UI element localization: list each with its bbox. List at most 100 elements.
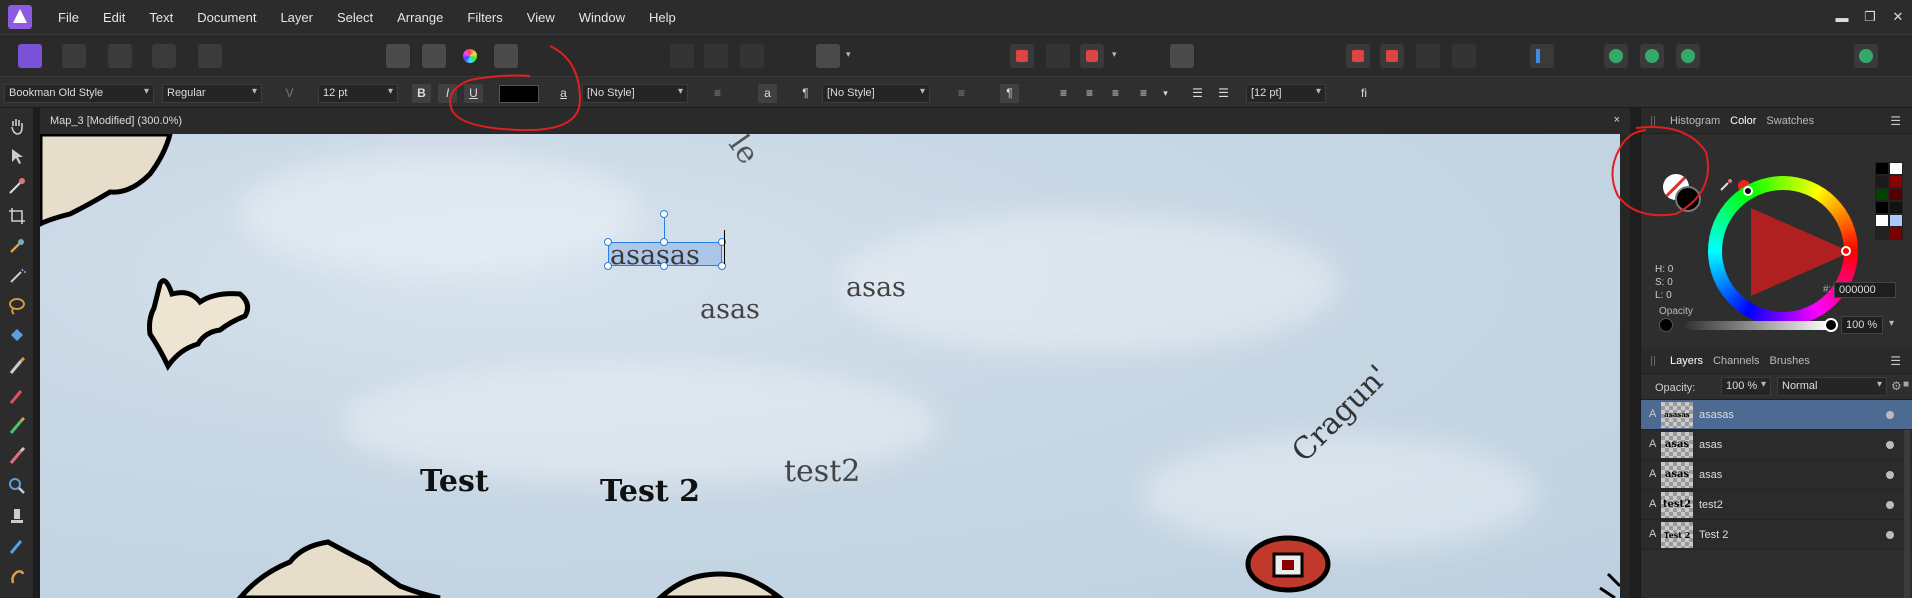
selection-handle[interactable] <box>660 262 668 270</box>
layer-name[interactable]: Test 2 <box>1699 529 1728 541</box>
arrange-backward-icon[interactable] <box>1380 44 1404 68</box>
arrange-back-icon[interactable] <box>1346 44 1370 68</box>
document-tab[interactable]: Map_3 [Modified] (300.0%) × <box>40 108 1630 134</box>
swatch[interactable] <box>1875 175 1889 188</box>
align-center-icon[interactable]: ≡ <box>1080 84 1099 103</box>
snapping-dropdown-icon[interactable]: ▾ <box>1112 49 1117 60</box>
crop-icon[interactable] <box>1010 44 1034 68</box>
layer-row[interactable]: A asas asas <box>1641 430 1912 460</box>
visibility-icon[interactable] <box>1886 531 1894 539</box>
layer-row[interactable]: A asas asas <box>1641 460 1912 490</box>
arrange-forward-icon[interactable] <box>1416 44 1440 68</box>
account-icon[interactable] <box>1854 44 1878 68</box>
layer-name[interactable]: asas <box>1699 469 1722 481</box>
swatch[interactable] <box>1889 162 1903 175</box>
swatch[interactable] <box>1889 201 1903 214</box>
color-opacity-input[interactable]: 100 % <box>1841 316 1883 334</box>
layer-lock-icon[interactable]: ■ <box>1903 379 1909 390</box>
text-test-2-bold[interactable]: Test 2 <box>600 474 700 509</box>
align-icon[interactable] <box>1530 44 1554 68</box>
paint-brush-tool-icon[interactable] <box>7 356 27 376</box>
font-size-dropdown[interactable]: 12 pt ▾ <box>318 84 398 103</box>
selected-text-asasas[interactable]: asasas <box>610 240 700 271</box>
menu-view[interactable]: View <box>515 10 567 25</box>
develop-persona-icon[interactable] <box>108 44 132 68</box>
export-persona-icon[interactable] <box>198 44 222 68</box>
swatch[interactable] <box>1889 188 1903 201</box>
text-test[interactable]: Test <box>420 464 489 499</box>
numbered-list-icon[interactable]: ☰ <box>1214 84 1233 103</box>
text-test2[interactable]: test2 <box>784 454 860 489</box>
layer-name[interactable]: asas <box>1699 439 1722 451</box>
para-style-options-icon[interactable]: ≡ <box>952 84 971 103</box>
visibility-icon[interactable] <box>1886 411 1894 419</box>
swatch[interactable] <box>1875 188 1889 201</box>
close-document-icon[interactable]: × <box>1614 114 1620 126</box>
fill-stroke-swatch[interactable] <box>1663 174 1703 214</box>
layer-name[interactable]: test2 <box>1699 499 1723 511</box>
selection-handle[interactable] <box>604 238 612 246</box>
restore-button[interactable]: ❐ <box>1856 9 1884 25</box>
hand-tool-icon[interactable] <box>7 116 27 136</box>
swatch[interactable] <box>1889 214 1903 227</box>
bold-button[interactable]: B <box>412 84 431 103</box>
layer-settings-icon[interactable]: ⚙ <box>1891 379 1902 393</box>
pixel-tool-icon[interactable] <box>7 386 27 406</box>
paragraph-button[interactable]: ¶ <box>1000 84 1019 103</box>
clone-brush-tool-icon[interactable] <box>7 416 27 436</box>
add-adjustment-icon[interactable] <box>1676 44 1700 68</box>
menu-window[interactable]: Window <box>567 10 637 25</box>
opacity-slider-knob[interactable] <box>1824 318 1838 332</box>
visibility-icon[interactable] <box>1886 501 1894 509</box>
dodge-tool-icon[interactable] <box>7 506 27 526</box>
eyedropper-icon[interactable] <box>1719 178 1733 192</box>
menu-arrange[interactable]: Arrange <box>385 10 455 25</box>
color-wheel-handle[interactable] <box>1743 186 1753 196</box>
menu-layer[interactable]: Layer <box>268 10 325 25</box>
justify-icon[interactable]: ≡ <box>1134 84 1153 103</box>
straighten-icon[interactable] <box>1046 44 1070 68</box>
liquify-persona-icon[interactable] <box>62 44 86 68</box>
auto-colors-icon[interactable] <box>458 44 482 68</box>
quick-mask-icon[interactable] <box>816 44 840 68</box>
underline-button[interactable]: U <box>464 84 483 103</box>
layer-opacity-dropdown[interactable]: 100 % ▾ <box>1721 377 1771 396</box>
auto-levels-icon[interactable] <box>386 44 410 68</box>
add-group-icon[interactable] <box>1604 44 1628 68</box>
font-style-dropdown[interactable]: Regular ▾ <box>162 84 262 103</box>
alignment-dropdown-icon[interactable]: ▾ <box>1156 84 1175 103</box>
text-asas-2[interactable]: asas <box>846 272 906 303</box>
font-family-dropdown[interactable]: Bookman Old Style ▾ <box>4 84 154 103</box>
minimize-button[interactable]: ▬ <box>1828 10 1856 25</box>
panel-menu-icon[interactable]: ☰ <box>1885 114 1906 128</box>
selection-mode-icon[interactable] <box>670 44 694 68</box>
italic-button[interactable]: I <box>438 84 457 103</box>
hex-input[interactable]: 000000 <box>1834 282 1896 298</box>
bullet-list-icon[interactable]: ☰ <box>1188 84 1207 103</box>
swatch[interactable] <box>1875 201 1889 214</box>
paragraph-style-dropdown[interactable]: [No Style] ▾ <box>822 84 930 103</box>
swatch[interactable] <box>1875 227 1889 240</box>
invert-selection-icon[interactable] <box>740 44 764 68</box>
layer-row[interactable]: A test2 test2 <box>1641 490 1912 520</box>
char-style-glyph[interactable]: a <box>554 84 573 103</box>
snapping-magnet-icon[interactable] <box>1080 44 1104 68</box>
deselect-icon[interactable] <box>704 44 728 68</box>
color-hue-handle[interactable] <box>1841 246 1851 256</box>
tab-histogram[interactable]: Histogram <box>1665 115 1725 127</box>
freehand-selection-tool-icon[interactable] <box>7 296 27 316</box>
photo-persona-icon[interactable] <box>18 44 42 68</box>
fill-color-swatch[interactable] <box>1675 186 1701 212</box>
opacity-dropdown-icon[interactable]: ▾ <box>1889 318 1894 329</box>
quick-mask-dropdown-icon[interactable]: ▾ <box>846 49 851 60</box>
menu-document[interactable]: Document <box>185 10 268 25</box>
erase-brush-tool-icon[interactable] <box>7 446 27 466</box>
swatch[interactable] <box>1875 162 1889 175</box>
canvas-vertical-scrollbar[interactable] <box>1620 134 1630 598</box>
para-style-glyph[interactable]: a <box>758 84 777 103</box>
tab-layers[interactable]: Layers <box>1665 355 1708 367</box>
flood-fill-tool-icon[interactable] <box>7 326 27 346</box>
rotation-handle[interactable] <box>660 210 668 218</box>
text-fill-color-swatch[interactable] <box>499 85 539 103</box>
smudge-tool-icon[interactable] <box>7 536 27 556</box>
